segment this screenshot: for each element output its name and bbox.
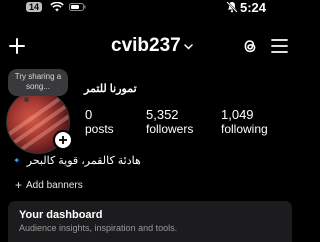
dashboard-card[interactable]: Your dashboard Audience insights, inspir…	[8, 201, 292, 242]
account-switcher[interactable]: cvib237	[111, 35, 193, 57]
plus-icon: +	[15, 178, 23, 192]
posts-count: 0	[85, 107, 93, 122]
note-bubble-tail	[24, 97, 29, 102]
followers-count: 5,352	[146, 107, 179, 122]
bell-mute-icon	[226, 1, 238, 13]
display-name: تمورنا للتمر	[84, 83, 137, 95]
menu-icon[interactable]	[271, 38, 288, 54]
posts-label: posts	[85, 122, 114, 136]
posts-stat[interactable]: 0 posts	[85, 107, 114, 137]
note-bubble[interactable]: Try sharing a song...	[8, 69, 68, 96]
add-banners-button[interactable]: + Add banners	[15, 178, 83, 192]
add-story-button[interactable]	[53, 130, 73, 150]
add-icon[interactable]	[9, 38, 25, 54]
profile-header: cvib237	[0, 30, 300, 62]
wifi-icon	[50, 2, 64, 12]
status-bar: 14 5:24	[0, 0, 300, 16]
bio: هادئة كالقمر، قوية كالبحر 🔹	[10, 155, 141, 167]
battery-icon	[69, 3, 86, 11]
clock: 5:24	[240, 0, 267, 15]
dashboard-subtitle: Audience insights, inspiration and tools…	[19, 223, 178, 233]
plus-icon	[59, 136, 67, 144]
add-banners-label: Add banners	[26, 179, 83, 191]
status-badge: 14	[26, 2, 43, 12]
following-count: 1,049	[221, 107, 254, 122]
dashboard-title: Your dashboard	[19, 209, 103, 221]
username: cvib237	[111, 35, 181, 56]
threads-icon[interactable]	[241, 37, 259, 55]
following-label: following	[221, 122, 268, 136]
following-stat[interactable]: 1,049 following	[221, 107, 268, 137]
followers-stat[interactable]: 5,352 followers	[146, 107, 193, 137]
followers-label: followers	[146, 122, 194, 136]
chevron-down-icon	[183, 43, 193, 50]
